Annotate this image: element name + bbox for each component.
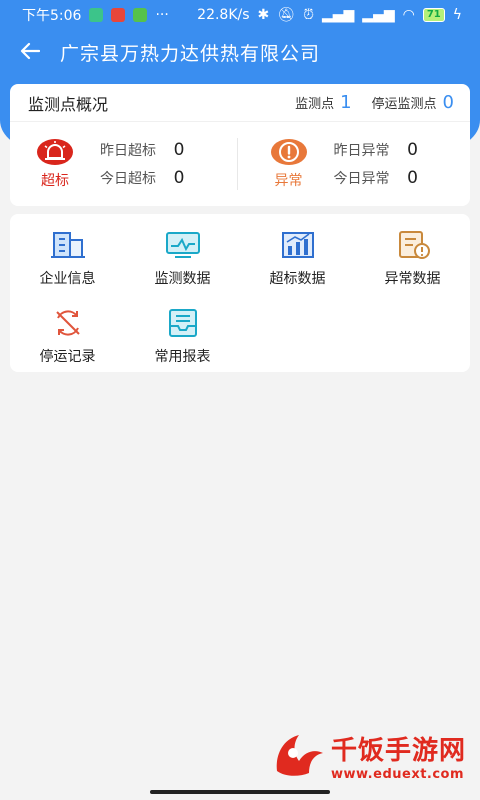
yesterday-exceed-label: 昨日超标 <box>100 143 156 159</box>
exceed-label: 超标 <box>41 173 69 189</box>
bluetooth-icon: ✱ <box>257 7 270 23</box>
stopped-count-value: 0 <box>442 92 454 113</box>
watermark-url: www.eduext.com <box>330 767 465 782</box>
abnormal-label: 异常 <box>274 173 303 189</box>
status-time: 下午5:06 <box>22 8 82 24</box>
app-notification-icon <box>89 8 104 22</box>
yesterday-exceed-value: 0 <box>173 140 185 160</box>
report-inbox-icon <box>168 309 197 337</box>
menu-exceed-data[interactable]: 超标数据 <box>240 220 355 298</box>
menu-company-info[interactable]: 企业信息 <box>10 220 125 298</box>
back-button[interactable] <box>0 38 60 66</box>
menu-monitor-data[interactable]: 监测数据 <box>125 220 240 298</box>
battery-icon: 71 <box>422 8 445 22</box>
stopped-count-label: 停运监测点 <box>371 97 437 112</box>
today-exceed-label: 今日超标 <box>100 171 156 187</box>
menu-label: 常用报表 <box>154 349 211 365</box>
overview-card: 监测点概况 监测点 1 停运监测点 0 超标 昨日超标 0 今日超标 0 异常 … <box>10 84 470 206</box>
bar-chart-icon <box>281 232 314 258</box>
menu-stop-records[interactable]: 停运记录 <box>10 298 125 376</box>
status-bar: 下午5:06 ··· 22.8K/s ✱ 🔕︎ ⏰︎ ▂▄▆ ▂▄▆ ◠ 71 … <box>0 0 480 30</box>
charging-icon: ϟ <box>452 7 462 23</box>
exceed-section[interactable]: 超标 昨日超标 0 今日超标 0 <box>10 138 237 190</box>
today-abnormal-value: 0 <box>407 168 418 188</box>
app-notification-icon <box>111 8 126 22</box>
page-title: 广宗县万热力达供热有限公司 <box>60 42 321 65</box>
menu-abnormal-data[interactable]: 异常数据 <box>355 220 470 298</box>
building-icon <box>50 232 85 258</box>
arrow-left-icon <box>20 42 41 60</box>
watermark-title: 千饭手游网 <box>330 736 466 766</box>
menu-common-reports[interactable]: 常用报表 <box>125 298 240 376</box>
today-abnormal-label: 今日异常 <box>333 171 390 187</box>
watermark: 千饭手游网 www.eduext.com <box>271 730 466 782</box>
home-indicator[interactable] <box>150 790 330 794</box>
watermark-logo-icon <box>276 735 323 776</box>
download-notification-icon <box>133 8 148 22</box>
abnormal-section[interactable]: 异常 昨日异常 0 今日异常 0 <box>238 138 471 190</box>
menu-label: 停运记录 <box>39 349 96 365</box>
more-notifications-icon: ··· <box>155 7 169 23</box>
warning-document-icon <box>398 231 430 259</box>
function-menu: 企业信息 监测数据 超标数据 异常数据 停运记录 常用报表 <box>10 214 470 372</box>
yesterday-abnormal-value: 0 <box>407 140 418 160</box>
stop-cycle-icon <box>55 310 80 336</box>
yesterday-abnormal-label: 昨日异常 <box>333 143 390 159</box>
menu-label: 超标数据 <box>269 271 326 287</box>
today-exceed-value: 0 <box>173 168 185 188</box>
menu-label: 异常数据 <box>384 271 441 287</box>
menu-label: 监测数据 <box>154 271 211 287</box>
exclamation-icon <box>270 139 307 165</box>
alarm-light-icon <box>37 139 73 165</box>
nav-bar: 广宗县万热力达供热有限公司 <box>0 30 480 74</box>
menu-label: 企业信息 <box>39 271 96 287</box>
wifi-icon: ◠ <box>402 7 415 23</box>
signal-icon: ▂▄▆ <box>321 7 355 23</box>
mute-icon: 🔕︎ <box>277 7 296 23</box>
alarm-icon: ⏰︎ <box>303 7 314 23</box>
monitor-count-label: 监测点 <box>295 97 335 112</box>
net-speed: 22.8K/s <box>197 7 250 23</box>
signal-icon: ▂▄▆ <box>362 7 395 23</box>
overview-title: 监测点概况 <box>28 94 109 114</box>
monitor-icon <box>165 232 200 258</box>
monitor-count-value: 1 <box>340 92 352 113</box>
